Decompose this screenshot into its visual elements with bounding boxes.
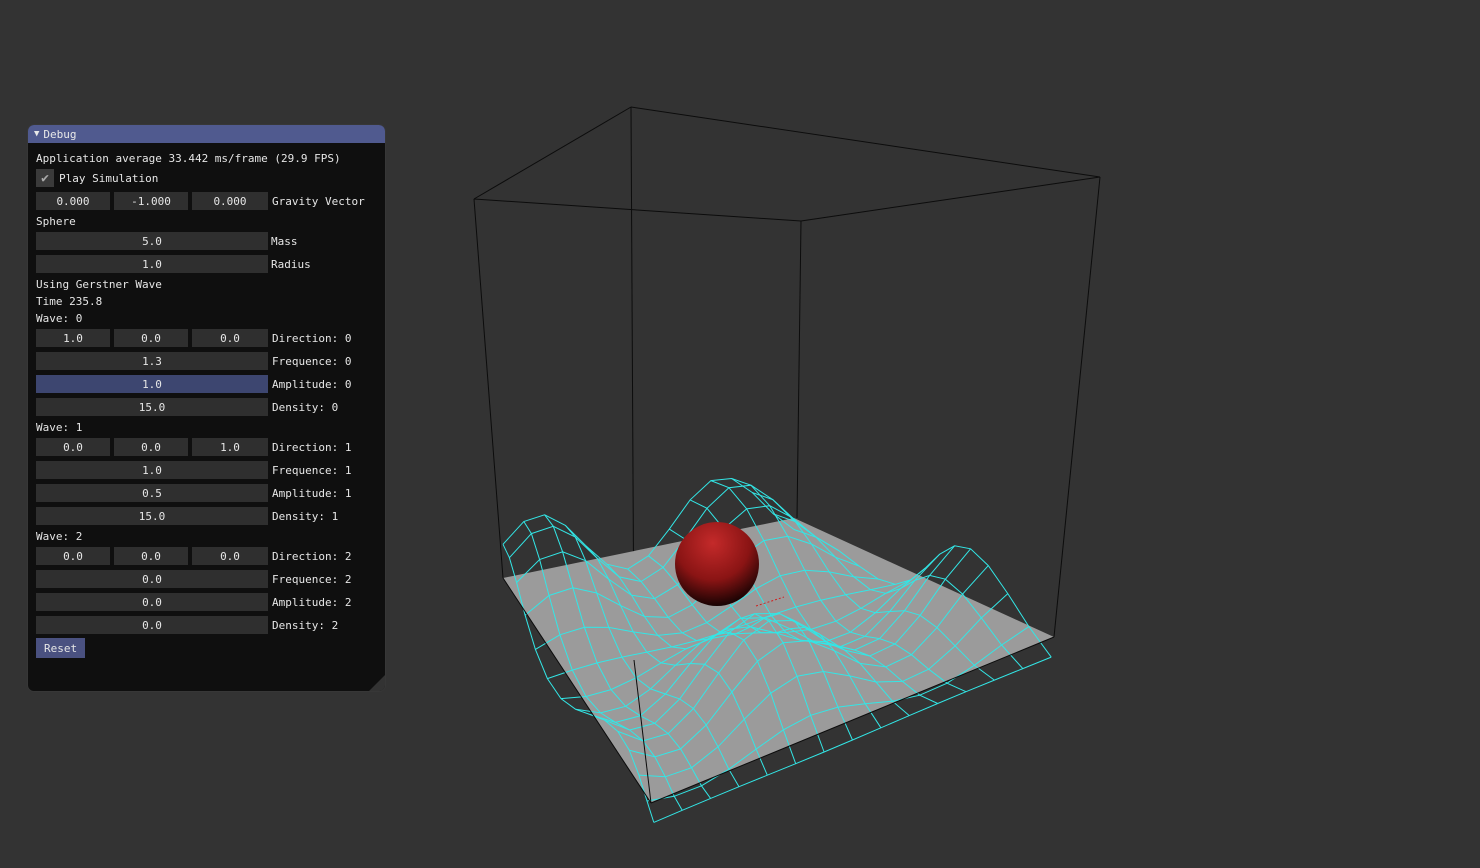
wave-frequence-label: Frequence: 2 [272, 572, 352, 586]
gravity-label: Gravity Vector [272, 194, 365, 208]
wave-density-label: Density: 1 [272, 509, 339, 523]
resize-grip[interactable] [369, 675, 385, 691]
wave-amplitude-field[interactable]: 0.5 [36, 484, 268, 502]
wave-frequence-field[interactable]: 1.0 [36, 461, 268, 479]
gravity-z-field[interactable]: 0.000 [192, 192, 268, 210]
time-text: Time 235.8 [36, 294, 103, 308]
wave-direction-y-field[interactable]: 0.0 [114, 438, 188, 456]
wave-direction-x-field[interactable]: 0.0 [36, 547, 110, 565]
wave-direction-x-field[interactable]: 0.0 [36, 438, 110, 456]
wave-amplitude-field[interactable]: 1.0 [36, 375, 268, 393]
wave-direction-y-field[interactable]: 0.0 [114, 329, 188, 347]
wave-amplitude-field[interactable]: 0.0 [36, 593, 268, 611]
window-title: Debug [43, 127, 77, 141]
wave-density-field[interactable]: 15.0 [36, 507, 268, 525]
debug-window[interactable]: ▼ Debug Application average 33.442 ms/fr… [28, 125, 385, 691]
triangle-down-icon[interactable]: ▼ [34, 129, 39, 139]
mass-label: Mass [271, 234, 298, 248]
wave-header: Wave: 1 [36, 420, 83, 434]
gravity-x-field[interactable]: 0.000 [36, 192, 110, 210]
wave-header: Wave: 2 [36, 529, 83, 543]
wave-frequence-label: Frequence: 1 [272, 463, 352, 477]
wave-frequence-field[interactable]: 0.0 [36, 570, 268, 588]
wave-density-field[interactable]: 15.0 [36, 398, 268, 416]
wave-mode-text: Using Gerstner Wave [36, 277, 162, 291]
wave-frequence-field[interactable]: 1.3 [36, 352, 268, 370]
mass-field[interactable]: 5.0 [36, 232, 268, 250]
wave-density-label: Density: 2 [272, 618, 339, 632]
wave-direction-z-field[interactable]: 0.0 [192, 329, 268, 347]
check-icon[interactable]: ✔ [36, 169, 54, 187]
wave-direction-label: Direction: 2 [272, 549, 352, 563]
wave-direction-x-field[interactable]: 1.0 [36, 329, 110, 347]
wave-direction-z-field[interactable]: 0.0 [192, 547, 268, 565]
wave-frequence-label: Frequence: 0 [272, 354, 352, 368]
wave-direction-y-field[interactable]: 0.0 [114, 547, 188, 565]
wave-density-label: Density: 0 [272, 400, 339, 414]
debug-title-bar[interactable]: ▼ Debug [28, 125, 385, 143]
sphere-header: Sphere [36, 214, 76, 228]
wave-amplitude-label: Amplitude: 1 [272, 486, 352, 500]
fps-text: Application average 33.442 ms/frame (29.… [36, 151, 341, 165]
reset-button[interactable]: Reset [36, 638, 86, 658]
wave-amplitude-label: Amplitude: 2 [272, 595, 352, 609]
play-simulation-label: Play Simulation [59, 171, 159, 185]
wave-header: Wave: 0 [36, 311, 83, 325]
wave-amplitude-label: Amplitude: 0 [272, 377, 352, 391]
wave-direction-label: Direction: 1 [272, 440, 352, 454]
sphere [675, 522, 759, 606]
play-simulation-checkbox[interactable]: ✔ Play Simulation [36, 169, 158, 187]
gravity-y-field[interactable]: -1.000 [114, 192, 188, 210]
radius-label: Radius [271, 257, 311, 271]
radius-field[interactable]: 1.0 [36, 255, 268, 273]
wave-direction-label: Direction: 0 [272, 331, 352, 345]
wave-direction-z-field[interactable]: 1.0 [192, 438, 268, 456]
wave-density-field[interactable]: 0.0 [36, 616, 268, 634]
